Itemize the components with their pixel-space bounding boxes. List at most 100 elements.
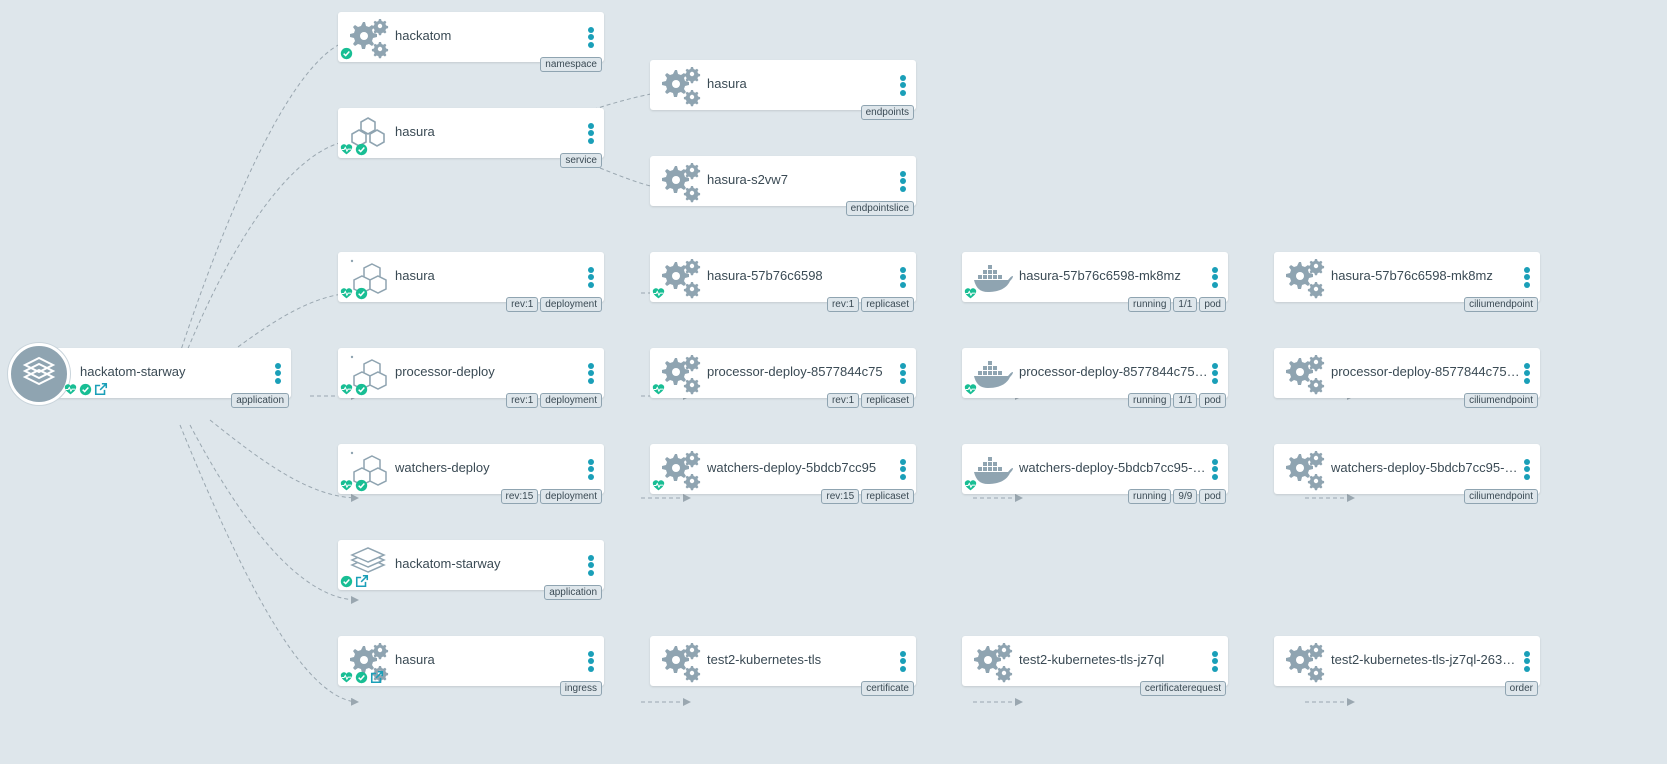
node-tags: ciliumendpoint	[1464, 489, 1538, 504]
node-tag: rev:15	[500, 489, 539, 504]
node-tags: ciliumendpoint	[1464, 393, 1538, 408]
check-icon	[355, 383, 368, 396]
node-cert[interactable]: test2-kubernetes-tls certificate	[650, 636, 916, 696]
node-dep1[interactable]: hasura rev:1 deployment	[338, 252, 604, 312]
check-icon	[355, 671, 368, 684]
node-status-icons	[964, 479, 977, 492]
node-title: hackatom-starway	[395, 556, 501, 571]
node-menu-button[interactable]	[898, 169, 908, 195]
node-menu-button[interactable]	[273, 361, 283, 387]
node-menu-button[interactable]	[898, 265, 908, 291]
node-tag: rev:1	[826, 297, 860, 312]
node-ord[interactable]: test2-kubernetes-tls-jz7ql-263204... orde…	[1274, 636, 1540, 696]
node-tag: endpoints	[860, 105, 914, 120]
node-tags: rev:15 deployment	[500, 489, 602, 504]
node-menu-button[interactable]	[586, 361, 596, 387]
app-icon-circle	[8, 343, 70, 405]
node-tags: rev:1 replicaset	[826, 393, 914, 408]
node-tags: namespace	[540, 57, 602, 72]
node-tag: running	[1128, 489, 1172, 504]
heart-icon	[652, 479, 665, 492]
node-tag: namespace	[540, 57, 602, 72]
node-ns[interactable]: hackatom namespace	[338, 12, 604, 72]
check-icon	[340, 47, 353, 60]
node-menu-button[interactable]	[1210, 457, 1220, 483]
node-tag: certificate	[861, 681, 914, 696]
node-cep3[interactable]: watchers-deploy-5bdcb7cc95-2sdd5 ciliumen…	[1274, 444, 1540, 504]
node-tags: rev:1 replicaset	[826, 297, 914, 312]
external-link-icon[interactable]	[355, 574, 369, 588]
node-status-icons	[340, 383, 368, 396]
node-tags: ingress	[559, 681, 602, 696]
node-root-application[interactable]: hackatom-starway application	[8, 343, 291, 408]
node-tag: application	[231, 393, 289, 408]
node-menu-button[interactable]	[898, 649, 908, 675]
node-tag: rev:1	[506, 297, 539, 312]
gears-icon	[658, 64, 702, 108]
node-title: hasura-57b76c6598	[707, 268, 823, 283]
node-title: watchers-deploy-5bdcb7cc95-2sdd5	[1331, 460, 1521, 475]
node-menu-button[interactable]	[1210, 265, 1220, 291]
node-rs2[interactable]: processor-deploy-8577844c75 rev:1 replicas…	[650, 348, 916, 408]
node-status-icons	[652, 479, 665, 492]
gears-icon	[1282, 640, 1326, 684]
node-pod1[interactable]: hasura-57b76c6598-mk8mz running 1/1 pod	[962, 252, 1228, 312]
node-menu-button[interactable]	[1522, 457, 1532, 483]
node-app[interactable]: hackatom-starway application	[338, 540, 604, 600]
heart-icon	[340, 671, 353, 684]
node-tag: replicaset	[861, 297, 914, 312]
node-menu-button[interactable]	[586, 649, 596, 675]
node-tags: order	[1504, 681, 1538, 696]
layers-icon	[8, 343, 70, 405]
node-pod3[interactable]: watchers-deploy-5bdcb7cc95-2sdd5 running 9…	[962, 444, 1228, 504]
node-rs1[interactable]: hasura-57b76c6598 rev:1 replicaset	[650, 252, 916, 312]
node-tag: replicaset	[861, 489, 914, 504]
node-tag: deployment	[540, 297, 602, 312]
external-link-icon[interactable]	[94, 382, 108, 396]
node-cr[interactable]: test2-kubernetes-tls-jz7ql certificatereq…	[962, 636, 1228, 696]
node-tag: order	[1504, 681, 1538, 696]
node-tags: running 9/9 pod	[1128, 489, 1226, 504]
node-cep2[interactable]: processor-deploy-8577844c75-sck... cilium…	[1274, 348, 1540, 408]
node-tag: pod	[1199, 393, 1226, 408]
node-tag: rev:15	[821, 489, 860, 504]
node-title: watchers-deploy-5bdcb7cc95-2sdd5	[1019, 460, 1209, 475]
heart-icon	[964, 287, 977, 300]
node-ep[interactable]: hasura endpoints	[650, 60, 916, 120]
node-status-icons	[340, 670, 384, 684]
node-tags: certificate	[861, 681, 914, 696]
node-menu-button[interactable]	[1522, 265, 1532, 291]
node-title: hasura	[707, 76, 747, 91]
node-menu-button[interactable]	[586, 121, 596, 147]
node-status-icons	[340, 574, 369, 588]
node-title: test2-kubernetes-tls	[707, 652, 822, 667]
node-menu-button[interactable]	[586, 553, 596, 579]
node-tags: rev:1 deployment	[506, 297, 602, 312]
node-tags: endpoints	[860, 105, 914, 120]
node-cep1[interactable]: hasura-57b76c6598-mk8mz ciliumendpoint	[1274, 252, 1540, 312]
node-menu-button[interactable]	[898, 457, 908, 483]
node-menu-button[interactable]	[1522, 649, 1532, 675]
node-menu-button[interactable]	[898, 361, 908, 387]
node-svc[interactable]: hasura service	[338, 108, 604, 168]
node-ing[interactable]: hasura ingress	[338, 636, 604, 696]
heart-icon	[64, 383, 77, 396]
gears-icon	[1282, 256, 1326, 300]
node-tags: application	[544, 585, 602, 600]
node-menu-button[interactable]	[586, 25, 596, 51]
node-rs3[interactable]: watchers-deploy-5bdcb7cc95 rev:15 replicas…	[650, 444, 916, 504]
node-menu-button[interactable]	[586, 265, 596, 291]
node-dep2[interactable]: processor-deploy rev:1 deployment	[338, 348, 604, 408]
node-tag: ciliumendpoint	[1464, 489, 1538, 504]
node-pod2[interactable]: processor-deploy-8577844c75-sck... runnin…	[962, 348, 1228, 408]
node-menu-button[interactable]	[1522, 361, 1532, 387]
node-menu-button[interactable]	[898, 73, 908, 99]
node-menu-button[interactable]	[586, 457, 596, 483]
external-link-icon[interactable]	[370, 670, 384, 684]
node-status-icons	[340, 143, 368, 156]
node-eps[interactable]: hasura-s2vw7 endpointslice	[650, 156, 916, 216]
node-dep3[interactable]: watchers-deploy rev:15 deployment	[338, 444, 604, 504]
node-tags: certificaterequest	[1139, 681, 1226, 696]
node-menu-button[interactable]	[1210, 361, 1220, 387]
node-menu-button[interactable]	[1210, 649, 1220, 675]
